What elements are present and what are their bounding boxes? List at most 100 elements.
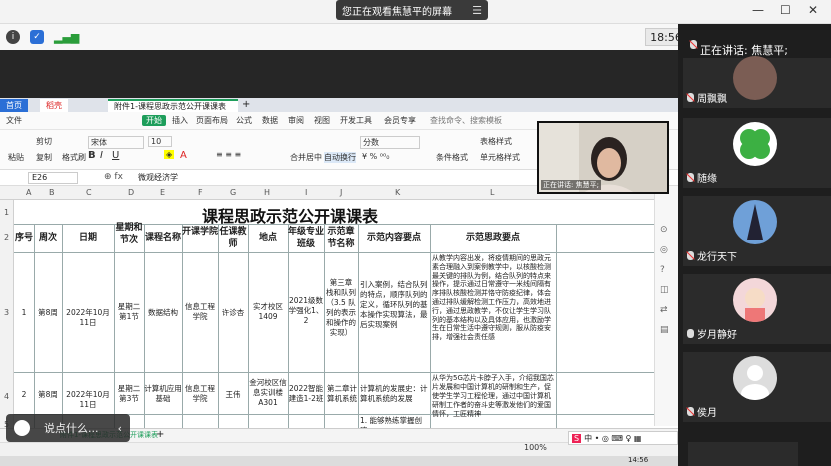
table-cell[interactable]: 1 — [14, 308, 34, 318]
col-header[interactable]: E — [160, 188, 165, 197]
table-cell[interactable]: 计算机应用基础 — [144, 384, 182, 404]
row-header[interactable]: 2 — [4, 233, 9, 242]
table-cell[interactable]: 计算机的发展史：计算机系统的发展 — [360, 384, 428, 404]
col-header[interactable]: K — [395, 188, 400, 197]
menu-formula[interactable]: 公式 — [236, 115, 252, 126]
table-cell[interactable]: 2022年10月11日 — [62, 390, 114, 410]
table-cell[interactable]: 从华为5G芯片卡脖子入手，介绍我国芯片发展和中国计算机的研制和生产，促使学生学习… — [432, 374, 554, 419]
table-cell[interactable]: 2 — [14, 390, 34, 400]
table-cell[interactable]: 信息工程学院 — [182, 384, 218, 404]
ime-toolbar[interactable]: S 中 • ◎ ⌨ ♀ ▦ — [568, 431, 678, 445]
add-sheet-icon[interactable]: + — [156, 429, 164, 440]
table-cell[interactable]: 2022年10月11日 — [62, 308, 114, 328]
header-cell[interactable]: 示范思政要点 — [430, 232, 556, 244]
col-header[interactable]: B — [49, 188, 55, 197]
participant-tile[interactable]: 随缘 — [683, 118, 831, 188]
table-cell[interactable]: 星期二 第3节 — [114, 384, 144, 404]
tab-docer[interactable]: 稻壳 — [40, 99, 68, 112]
font-select[interactable]: 宋体 — [88, 136, 144, 149]
conditional-format-button[interactable]: 条件格式 — [436, 152, 468, 163]
header-cell[interactable]: 星期和节次 — [114, 222, 144, 246]
table-cell[interactable]: 2022智能建造1-2班 — [288, 384, 324, 404]
number-format-select[interactable]: 分数 — [360, 136, 420, 149]
bold-icon[interactable]: B — [88, 150, 96, 161]
header-cell[interactable]: 年级专业班级 — [288, 226, 324, 250]
table-cell[interactable]: 王伟 — [218, 390, 248, 400]
format-painter-button[interactable]: 格式刷 — [62, 152, 86, 163]
underline-icon[interactable]: U — [112, 150, 119, 161]
header-cell[interactable]: 地点 — [248, 232, 288, 244]
table-cell[interactable]: 信息工程学院 — [182, 302, 218, 322]
menu-file[interactable]: 文件 — [6, 115, 22, 126]
menu-member[interactable]: 会员专享 — [384, 115, 416, 126]
participant-tile[interactable]: 岁月静好 — [683, 274, 831, 344]
shield-icon[interactable]: ✓ — [30, 30, 44, 44]
menu-layout[interactable]: 页面布局 — [196, 115, 228, 126]
search-command[interactable]: 查找命令、搜索模板 — [430, 115, 502, 126]
paste-button[interactable]: 粘贴 — [8, 152, 24, 163]
info-icon[interactable]: i — [6, 30, 20, 44]
table-cell[interactable]: 第二章计算机系统 — [326, 384, 358, 404]
cut-button[interactable]: 剪切 — [36, 136, 52, 147]
col-header[interactable]: J — [340, 188, 342, 197]
header-cell[interactable]: 示范内容要点 — [358, 232, 430, 244]
table-style-button[interactable]: 表格样式 — [480, 136, 512, 147]
maximize-icon[interactable]: ☐ — [780, 3, 791, 17]
font-color-icon[interactable]: A — [180, 150, 187, 161]
chevron-left-icon[interactable]: ‹ — [118, 422, 122, 435]
row-header[interactable]: 3 — [4, 308, 9, 317]
banner-menu-icon[interactable]: ☰ — [472, 4, 482, 17]
menu-view[interactable]: 视图 — [314, 115, 330, 126]
minimize-icon[interactable]: — — [752, 3, 764, 17]
header-cell[interactable]: 课程名称 — [144, 232, 182, 244]
menu-insert[interactable]: 插入 — [172, 115, 188, 126]
row-header[interactable]: 1 — [4, 208, 9, 217]
row-header[interactable]: 4 — [4, 392, 9, 401]
table-cell[interactable]: 金河校区信息实训楼A301 — [248, 378, 288, 408]
col-header[interactable]: A — [26, 188, 31, 197]
italic-icon[interactable]: I — [100, 150, 103, 161]
participant-tile[interactable]: 周飘飘 — [683, 56, 831, 108]
wrap-text-button[interactable]: 自动换行 — [324, 152, 356, 163]
table-cell[interactable]: 第8周 — [34, 390, 62, 400]
table-cell[interactable]: 实才校区1409 — [248, 302, 288, 322]
col-header[interactable]: I — [305, 188, 307, 197]
table-cell[interactable]: 星期二 第1节 — [114, 302, 144, 322]
menu-home[interactable]: 开始 — [142, 115, 166, 126]
table-cell[interactable]: 第8周 — [34, 308, 62, 318]
header-cell[interactable]: 周次 — [34, 232, 62, 244]
chat-input[interactable]: 说点什么... ‹ — [6, 414, 130, 442]
header-cell[interactable]: 日期 — [62, 232, 114, 244]
header-cell[interactable]: 序号 — [14, 232, 34, 244]
fill-color-icon[interactable]: ◈ — [164, 150, 175, 159]
merge-center-button[interactable]: 合并居中 — [290, 152, 322, 163]
menu-review[interactable]: 审阅 — [288, 115, 304, 126]
share-banner[interactable]: 您正在观看焦慧平的屏幕 ☰ — [336, 0, 488, 20]
align-icons[interactable]: ≡ ≡ ≡ — [216, 150, 241, 159]
tab-home[interactable]: 首页 — [0, 99, 28, 112]
formula-input[interactable]: 微观经济学 — [138, 172, 178, 183]
header-cell[interactable]: 开课学院 — [182, 226, 218, 238]
menu-data[interactable]: 数据 — [262, 115, 278, 126]
zoom-level[interactable]: 100% — [524, 443, 547, 452]
col-header[interactable]: L — [490, 188, 494, 197]
tab-schedule-file[interactable]: 附件1-课程思政示范公开课课表 — [108, 99, 238, 112]
cell-style-button[interactable]: 单元格样式 — [480, 152, 520, 163]
table-cell[interactable]: 第三章 栈和队列（3.5 队列的表示和操作的实现） — [326, 278, 356, 338]
copy-button[interactable]: 复制 — [36, 152, 52, 163]
participant-tile[interactable]: 侯月 — [683, 352, 831, 422]
table-cell[interactable]: 数据结构 — [144, 308, 182, 318]
number-format-icons[interactable]: ¥ % ⁰⁰₀ — [362, 152, 389, 161]
font-size-select[interactable]: 10 — [148, 136, 172, 147]
side-tool-icons[interactable]: ⊙ ◎? ◫ ⇄ ▤ — [660, 220, 669, 340]
header-cell[interactable]: 任课教师 — [218, 226, 248, 250]
col-header[interactable]: D — [128, 188, 134, 197]
table-cell[interactable]: 从教学内容出发，将疫情期间的思政元素合理融入到案例教学中，以核酸检测最关键的排队… — [432, 254, 554, 342]
participant-tile[interactable]: 龙行天下 — [683, 196, 831, 266]
col-header[interactable]: F — [198, 188, 203, 197]
table-cell[interactable]: 许诊杏 — [218, 308, 248, 318]
col-header[interactable]: H — [264, 188, 270, 197]
menu-devtools[interactable]: 开发工具 — [340, 115, 372, 126]
new-tab-icon[interactable]: + — [242, 99, 250, 110]
header-cell[interactable]: 示范章节名称 — [324, 226, 358, 250]
